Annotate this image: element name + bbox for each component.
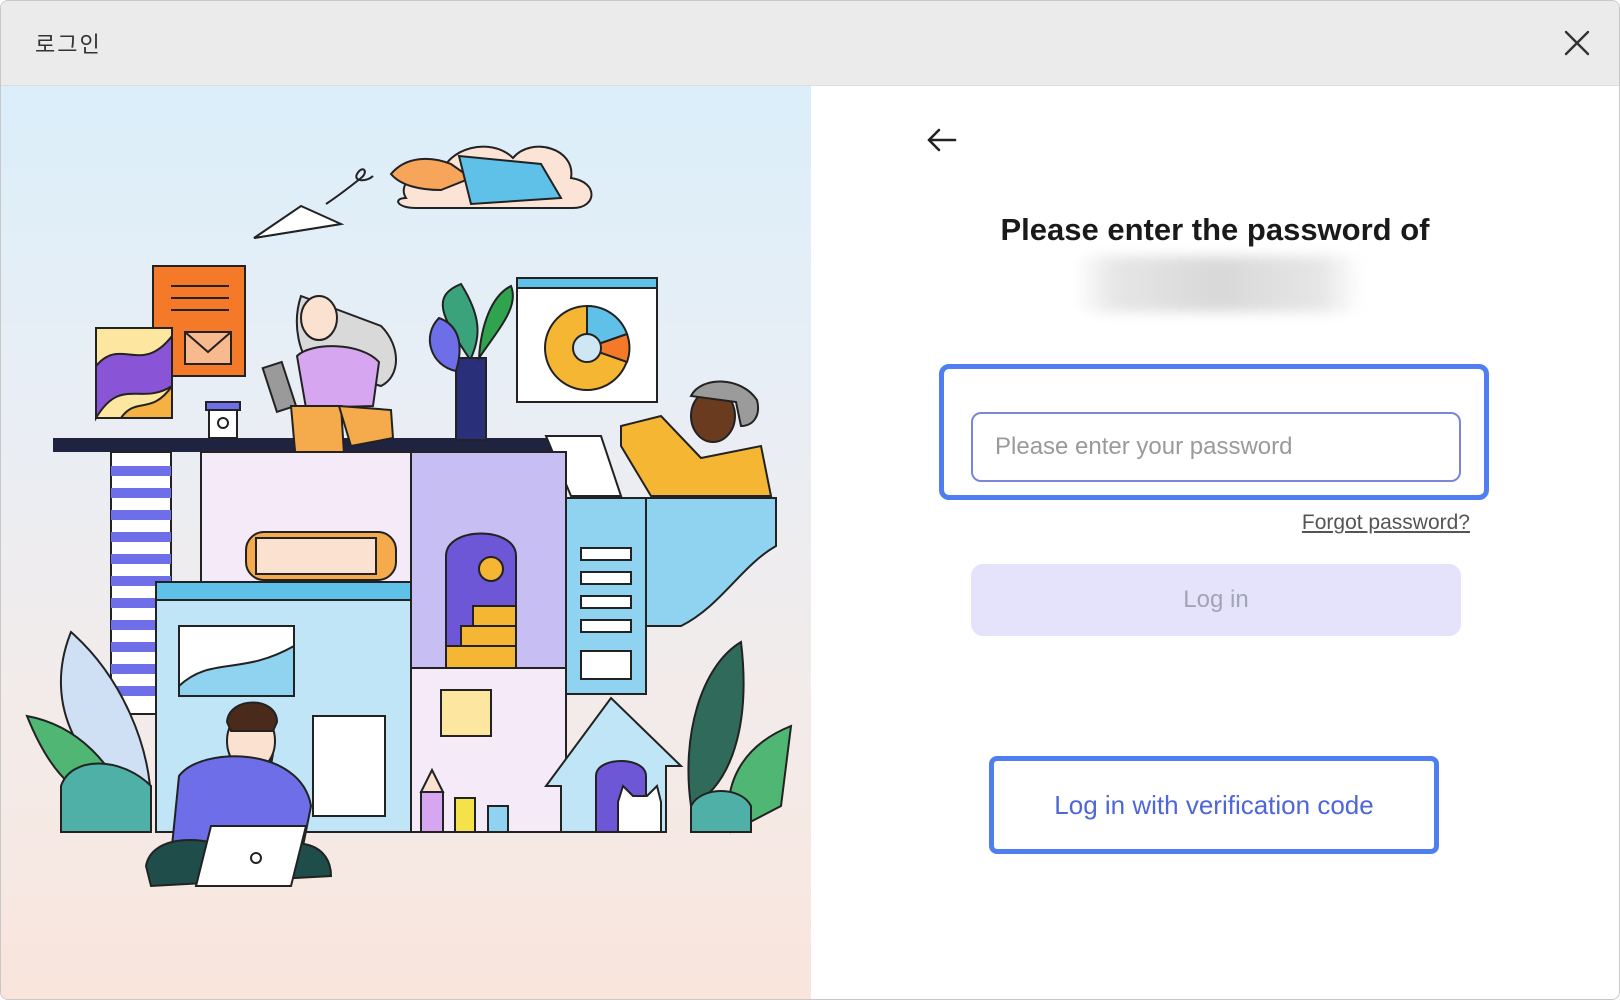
password-heading: Please enter the password of	[1000, 212, 1430, 247]
forgot-password-link[interactable]: Forgot password?	[1302, 511, 1470, 535]
cloud-illustration	[389, 145, 593, 209]
title-bar: 로그인	[1, 1, 1619, 86]
verification-code-login-button[interactable]: Log in with verification code	[995, 762, 1433, 848]
back-button[interactable]	[921, 122, 961, 158]
sticky-notes-illustration	[95, 265, 246, 422]
login-form-panel: Please enter the password of Forgot pass…	[811, 86, 1619, 999]
close-button[interactable]	[1557, 23, 1597, 63]
arrow-left-icon	[927, 128, 957, 152]
pie-chart-board-illustration	[516, 277, 658, 403]
illustration-panel	[1, 86, 811, 999]
workspace-illustration	[25, 145, 793, 888]
paper-plane-illustration	[253, 168, 374, 239]
plant-illustration	[429, 282, 514, 441]
blurred-account-identifier	[1073, 256, 1363, 312]
cup-illustration	[205, 401, 241, 439]
login-button[interactable]: Log in	[971, 564, 1461, 636]
window-title: 로그인	[35, 33, 102, 58]
close-icon	[1564, 30, 1590, 56]
login-window: 로그인 Please enter the password of Forgot …	[0, 0, 1620, 1000]
password-input[interactable]	[971, 412, 1461, 482]
